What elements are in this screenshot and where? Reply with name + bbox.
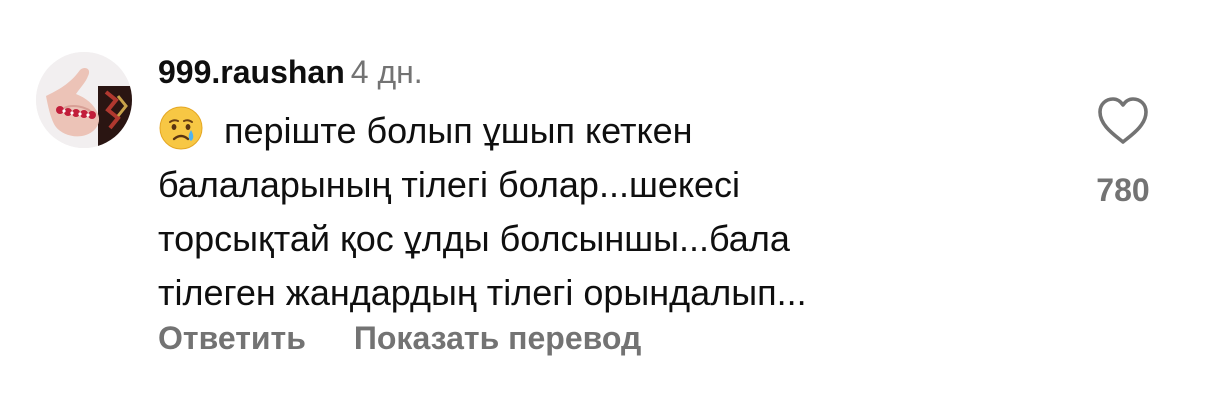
comment-line: торсықтай қос ұлды болсыншы...бала <box>158 218 790 259</box>
show-translation-button[interactable]: Показать перевод <box>354 320 641 356</box>
comment-item: 999.raushan 4 дн. перiште болып ұшып кетк… <box>0 0 1206 415</box>
comment-time: 4 дн. <box>350 54 423 90</box>
comment-actions: Ответить Показать перевод <box>158 320 641 357</box>
comment-line: тiлеген жандардың тiлегi орындалып... <box>158 272 807 313</box>
comment-line: перiште болып ұшып кеткен <box>224 110 693 151</box>
like-count: 780 <box>1096 172 1150 208</box>
crying-face-icon <box>159 106 203 150</box>
reply-button[interactable]: Ответить <box>158 320 306 356</box>
comment-text: перiште болып ұшып кеткен балаларының тi… <box>158 104 1038 320</box>
username[interactable]: 999.raushan <box>158 54 345 90</box>
comment-line: балаларының тiлегi болар...шекесi <box>158 164 741 205</box>
avatar-photo <box>36 52 132 148</box>
comment-meta: 999.raushan 4 дн. <box>158 50 423 94</box>
like-button[interactable] <box>1096 96 1150 146</box>
heart-outline-icon <box>1098 97 1148 144</box>
avatar[interactable] <box>36 52 132 148</box>
